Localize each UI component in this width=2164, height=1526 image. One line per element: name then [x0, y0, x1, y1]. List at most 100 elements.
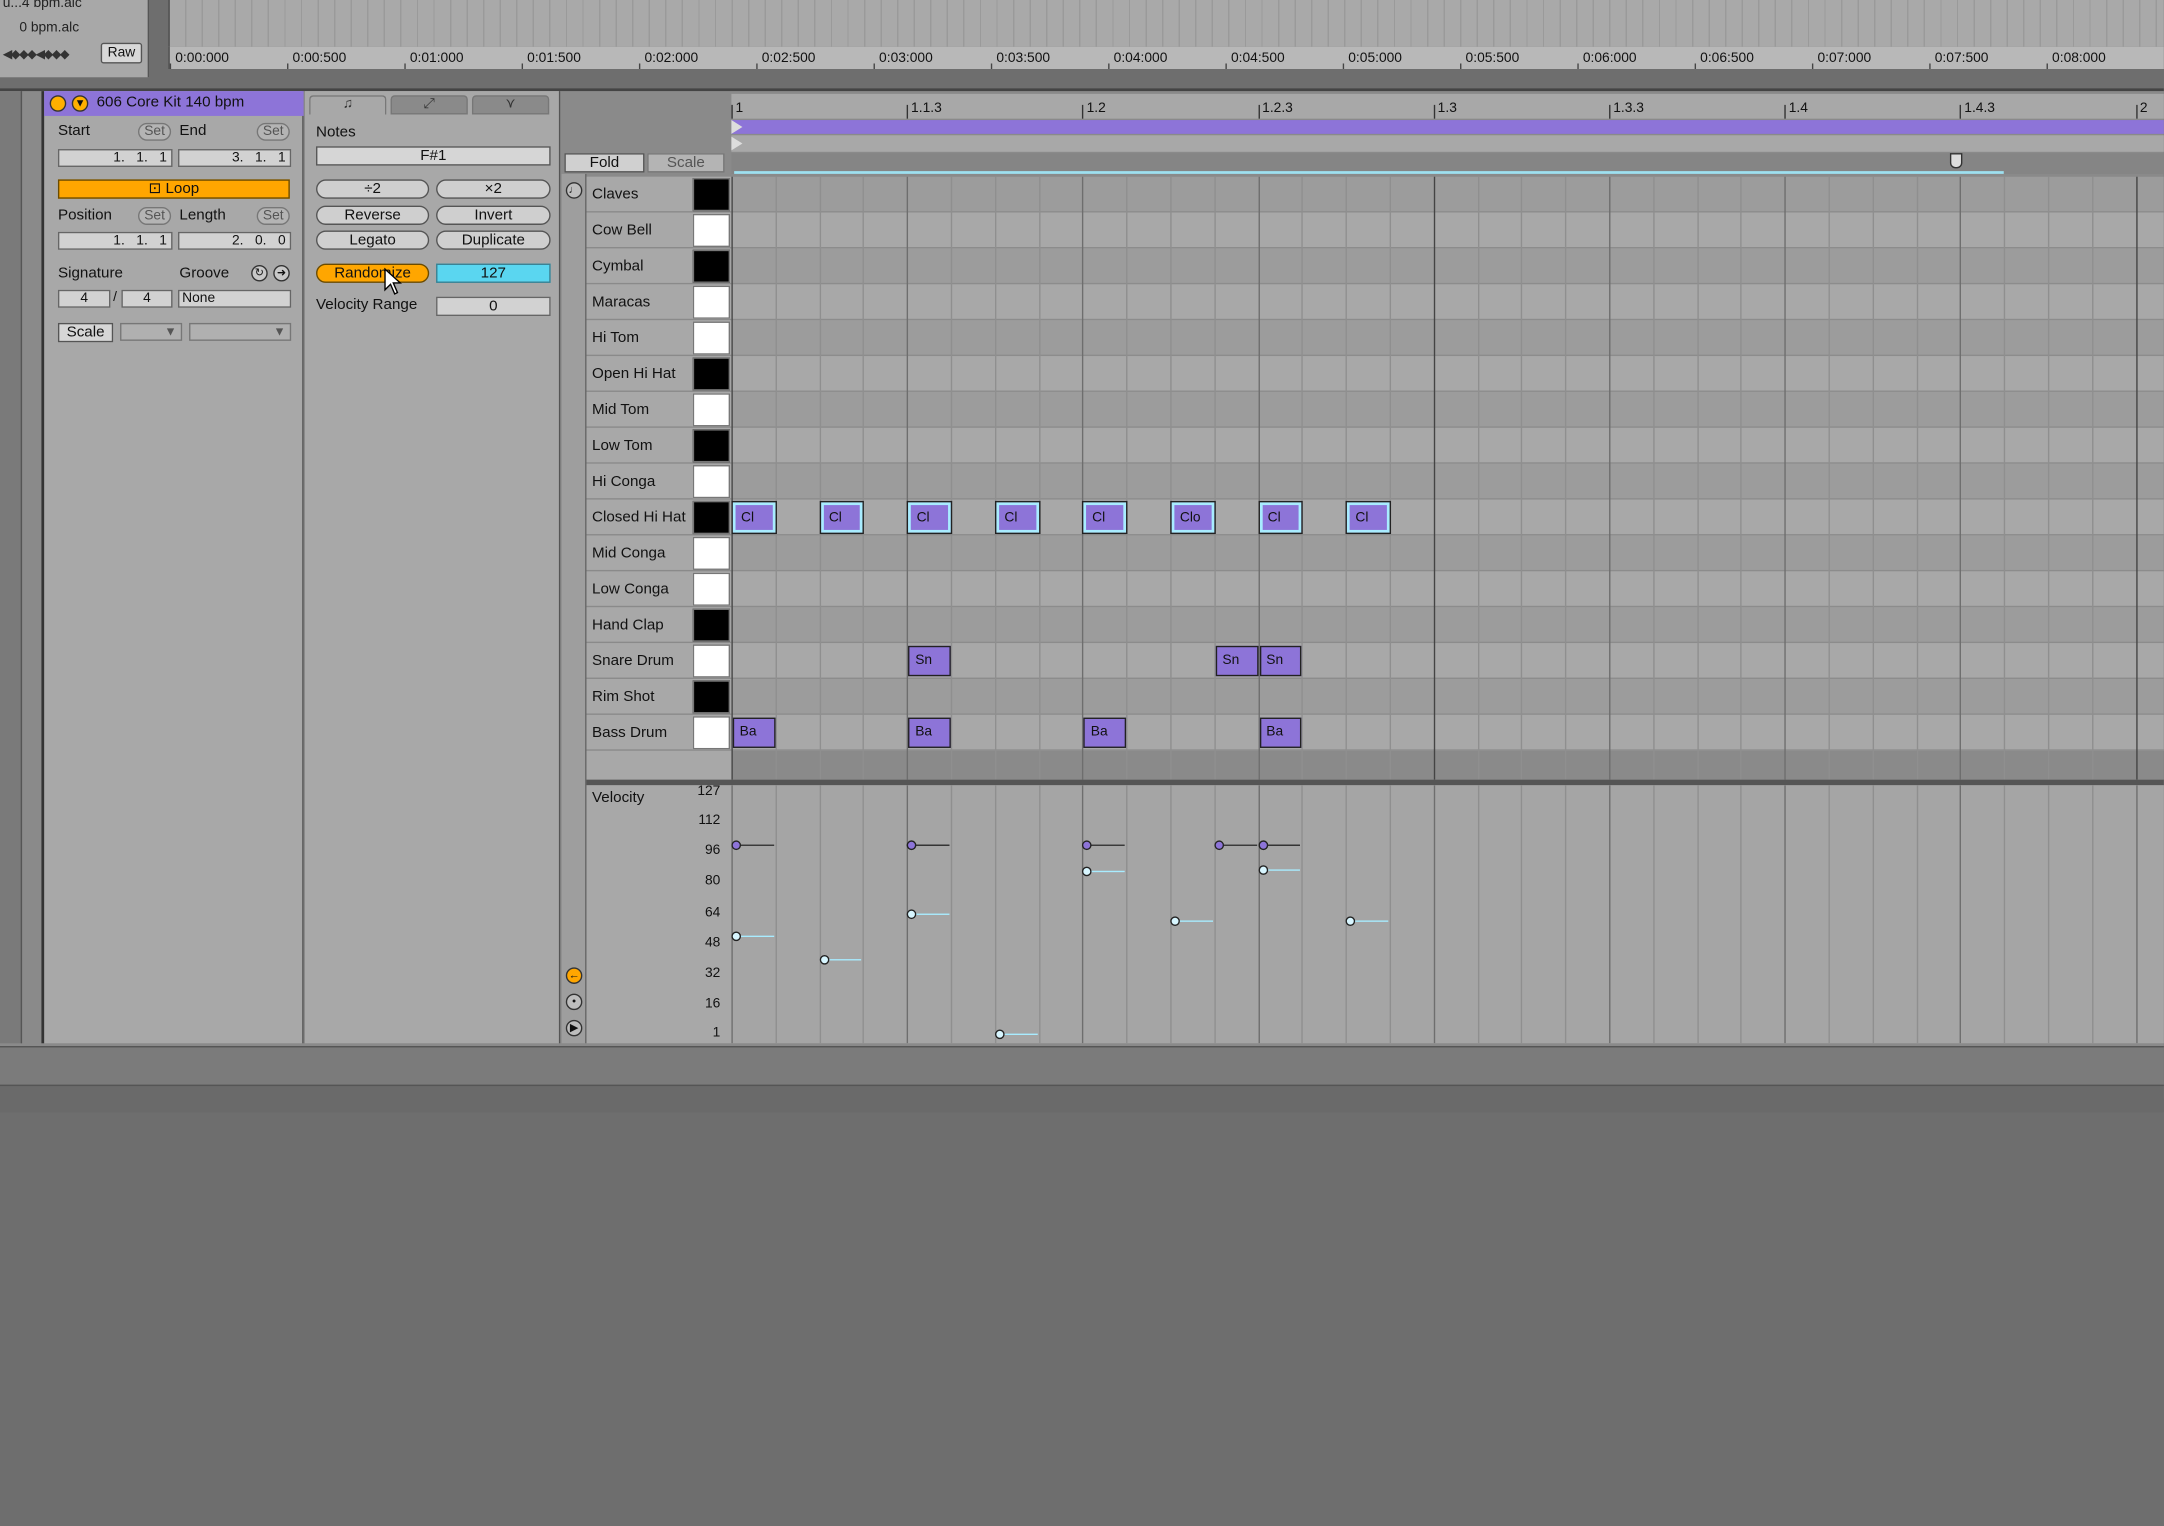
midi-note[interactable]: Ba — [1083, 717, 1127, 748]
end-field[interactable]: 3. 1. 1 — [178, 149, 292, 167]
draw-mode-icon[interactable]: • — [565, 993, 583, 1011]
position-field[interactable]: 1. 1. 1 — [57, 231, 173, 250]
midi-note[interactable]: Cl — [994, 500, 1040, 535]
groove-hot-swap-icon[interactable]: ↻ — [251, 264, 268, 282]
key-pad[interactable] — [692, 716, 731, 750]
clip-fold-icon[interactable]: ▼ — [71, 95, 89, 112]
key-row[interactable]: Snare Drum — [586, 643, 732, 679]
signature-numerator[interactable]: 4 — [57, 289, 111, 308]
midi-note[interactable]: Cl — [819, 500, 865, 535]
raw-button[interactable]: Raw — [100, 42, 143, 64]
start-flag-icon[interactable] — [731, 120, 743, 134]
multiply-by-two-button[interactable]: ×2 — [436, 179, 551, 199]
key-row[interactable]: Mid Conga — [586, 535, 732, 572]
key-pad[interactable] — [692, 572, 731, 606]
key-pad[interactable] — [692, 213, 731, 248]
velocity-handle[interactable] — [1345, 916, 1356, 927]
beat-ruler[interactable]: 1 1.1.3 1.2 1.2.3 1.3 1.3.3 1.4 1.4.3 2 — [731, 93, 2164, 119]
key-pad[interactable] — [692, 357, 731, 391]
key-pad[interactable] — [692, 178, 731, 212]
scale-name-dropdown[interactable]: ▼ — [189, 322, 292, 341]
velocity-handle[interactable] — [731, 839, 742, 850]
randomize-amount-field[interactable]: 127 — [436, 263, 551, 283]
start-set-button[interactable]: Set — [138, 122, 172, 141]
key-pad[interactable] — [692, 285, 731, 319]
groove-select[interactable]: None — [178, 289, 292, 308]
scale-button[interactable]: Scale — [57, 322, 114, 343]
velocity-handle[interactable] — [1170, 916, 1180, 927]
loop-brace[interactable] — [731, 120, 2164, 134]
midi-note[interactable]: Ba — [908, 717, 951, 748]
position-set-button[interactable]: Set — [138, 207, 172, 225]
velocity-handle[interactable] — [731, 931, 742, 942]
loop-button[interactable]: ⊡ Loop — [57, 179, 290, 199]
duplicate-button[interactable]: Duplicate — [436, 230, 551, 250]
key-pad[interactable] — [692, 465, 731, 499]
midi-note[interactable]: Ba — [732, 717, 776, 748]
legato-button[interactable]: Legato — [316, 230, 430, 250]
midi-note[interactable]: Cl — [731, 500, 777, 535]
midi-note[interactable]: Ba — [1259, 717, 1302, 748]
tab-notes[interactable]: ♫ — [309, 95, 387, 115]
key-pad[interactable] — [692, 321, 731, 355]
key-pad[interactable] — [692, 680, 731, 714]
key-row[interactable]: Low Conga — [586, 571, 732, 608]
start-flag-icon[interactable] — [731, 136, 743, 151]
key-row[interactable]: Hi Tom — [586, 320, 732, 357]
end-marker-icon[interactable] — [1949, 153, 1963, 169]
key-row[interactable]: Hand Clap — [586, 607, 732, 644]
velocity-handle[interactable] — [1082, 839, 1093, 850]
key-pad[interactable] — [692, 249, 731, 283]
invert-button[interactable]: Invert — [436, 205, 551, 225]
key-pad[interactable] — [692, 429, 731, 463]
tab-envelopes[interactable]: ⤢ — [390, 95, 468, 115]
length-field[interactable]: 2. 0. 0 — [178, 231, 292, 250]
key-row[interactable]: Hi Conga — [586, 464, 732, 500]
key-row[interactable]: Low Tom — [586, 428, 732, 464]
key-row[interactable]: Rim Shot — [586, 679, 732, 715]
play-icon[interactable]: ▶ — [565, 1019, 583, 1037]
waveform-overview[interactable] — [168, 0, 2164, 47]
reverse-button[interactable]: Reverse — [316, 205, 430, 225]
tab-mpe[interactable]: ⋎ — [471, 95, 550, 115]
key-row[interactable]: Cymbal — [586, 248, 732, 285]
midi-note[interactable]: Clo — [1170, 500, 1216, 535]
key-pad[interactable] — [692, 500, 731, 535]
length-set-button[interactable]: Set — [256, 207, 290, 225]
clip-activator-icon[interactable] — [49, 95, 67, 112]
key-pad[interactable] — [692, 608, 731, 642]
start-marker-lane[interactable] — [731, 135, 2164, 152]
randomize-button[interactable]: Randomize — [316, 263, 430, 283]
velocity-handle[interactable] — [819, 954, 829, 965]
key-row[interactable]: Mid Tom — [586, 392, 732, 428]
midi-note[interactable]: Cl — [1345, 500, 1392, 535]
key-row[interactable]: Cow Bell — [586, 213, 732, 249]
key-row[interactable]: Bass Drum — [586, 715, 732, 751]
velocity-handle[interactable] — [1214, 839, 1224, 850]
scale-root-dropdown[interactable]: ▼ — [120, 322, 183, 341]
key-row[interactable]: Open Hi Hat — [586, 356, 732, 392]
note-grid[interactable]: Cl Cl Cl Cl Cl Clo Cl Cl Sn Sn Sn Ba Ba Ba Ba — [731, 176, 2164, 780]
midi-note[interactable]: Sn — [1259, 645, 1302, 677]
velocity-handle[interactable] — [1082, 866, 1093, 877]
start-field[interactable]: 1. 1. 1 — [57, 149, 173, 167]
key-row[interactable]: Closed Hi Hat — [586, 500, 732, 536]
velocity-handle[interactable] — [1257, 864, 1268, 875]
time-ruler[interactable]: 0:00:000 0:00:500 0:01:000 0:01:500 0:02:000… — [168, 46, 2164, 69]
groove-commit-icon[interactable]: ➜ — [273, 264, 290, 282]
clip-name[interactable]: 606 Core Kit 140 bpm — [97, 94, 245, 111]
signature-denominator[interactable]: 4 — [121, 289, 173, 308]
key-row[interactable]: Maracas — [586, 284, 732, 321]
follow-icon[interactable]: ← — [565, 967, 583, 984]
scale-highlight-button[interactable]: Scale — [647, 153, 725, 173]
key-pad[interactable] — [692, 536, 731, 570]
key-pad[interactable] — [692, 644, 731, 678]
preview-headphones-icon[interactable]: ♩ — [565, 182, 583, 199]
midi-note[interactable]: Cl — [1258, 500, 1304, 535]
fold-button[interactable]: Fold — [564, 153, 645, 173]
midi-note[interactable]: Cl — [1082, 500, 1128, 535]
velocity-handle[interactable] — [906, 908, 917, 919]
divide-by-two-button[interactable]: ÷2 — [316, 179, 430, 199]
midi-note[interactable]: Sn — [908, 645, 951, 677]
note-pitch-field[interactable]: F#1 — [316, 146, 551, 166]
